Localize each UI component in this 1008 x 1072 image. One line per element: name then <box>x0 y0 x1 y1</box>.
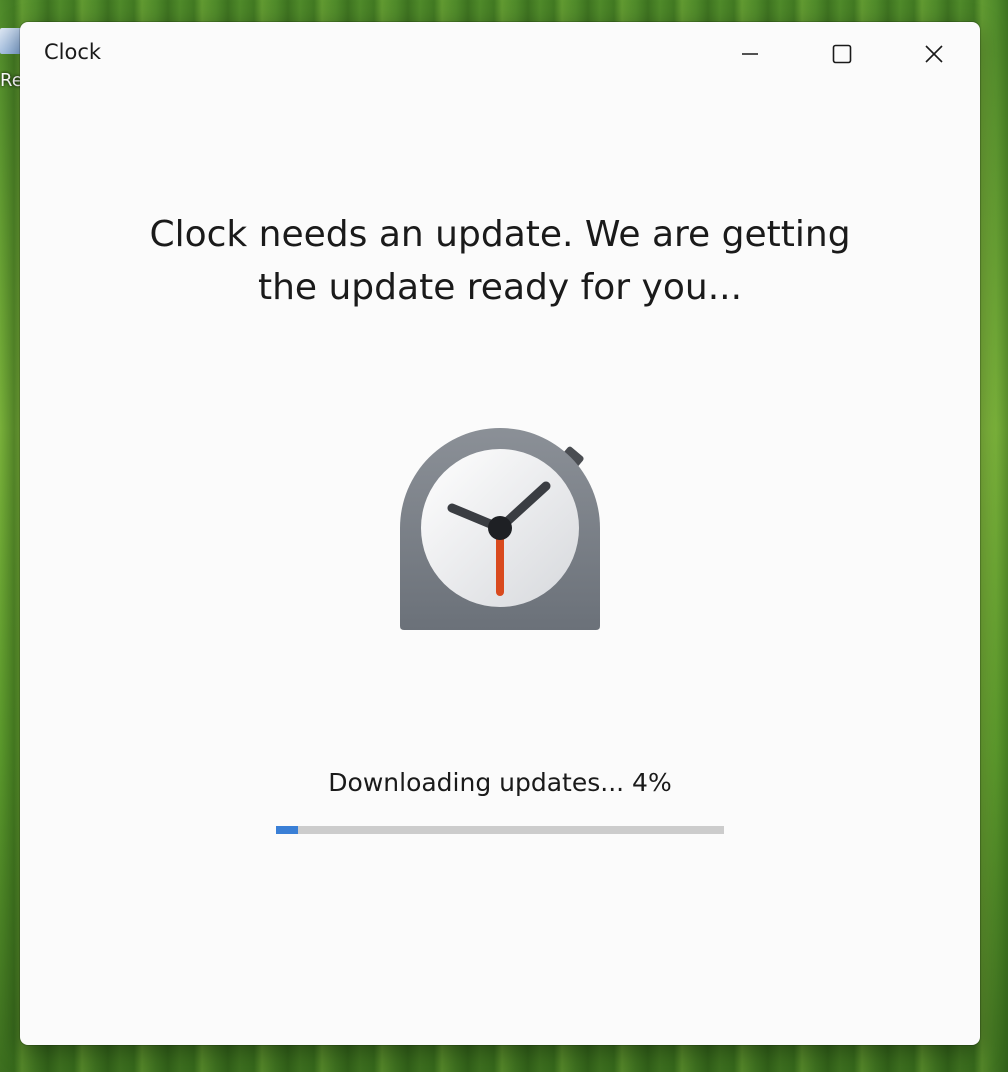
maximize-icon <box>832 44 852 64</box>
minimize-button[interactable] <box>704 22 796 86</box>
download-progress-fill <box>276 826 299 834</box>
title-bar[interactable]: Clock <box>20 22 980 86</box>
minimize-icon <box>742 53 758 55</box>
close-button[interactable] <box>888 22 980 86</box>
clock-app-icon <box>400 428 600 630</box>
maximize-button[interactable] <box>796 22 888 86</box>
clock-window: Clock Clock needs an update. We are gett… <box>20 22 980 1045</box>
clock-center <box>488 516 512 540</box>
close-icon <box>925 45 943 63</box>
desktop-icon-label[interactable]: Recycle Bin <box>0 70 22 96</box>
download-progress-bar <box>276 826 724 834</box>
update-headline: Clock needs an update. We are getting th… <box>100 208 900 314</box>
headline-line-2: the update ready for you... <box>257 267 743 308</box>
recycle-bin-icon[interactable] <box>0 28 22 54</box>
window-title: Clock <box>44 40 102 64</box>
download-status: Downloading updates... 4% <box>328 768 672 797</box>
headline-line-1: Clock needs an update. We are getting <box>149 214 851 255</box>
